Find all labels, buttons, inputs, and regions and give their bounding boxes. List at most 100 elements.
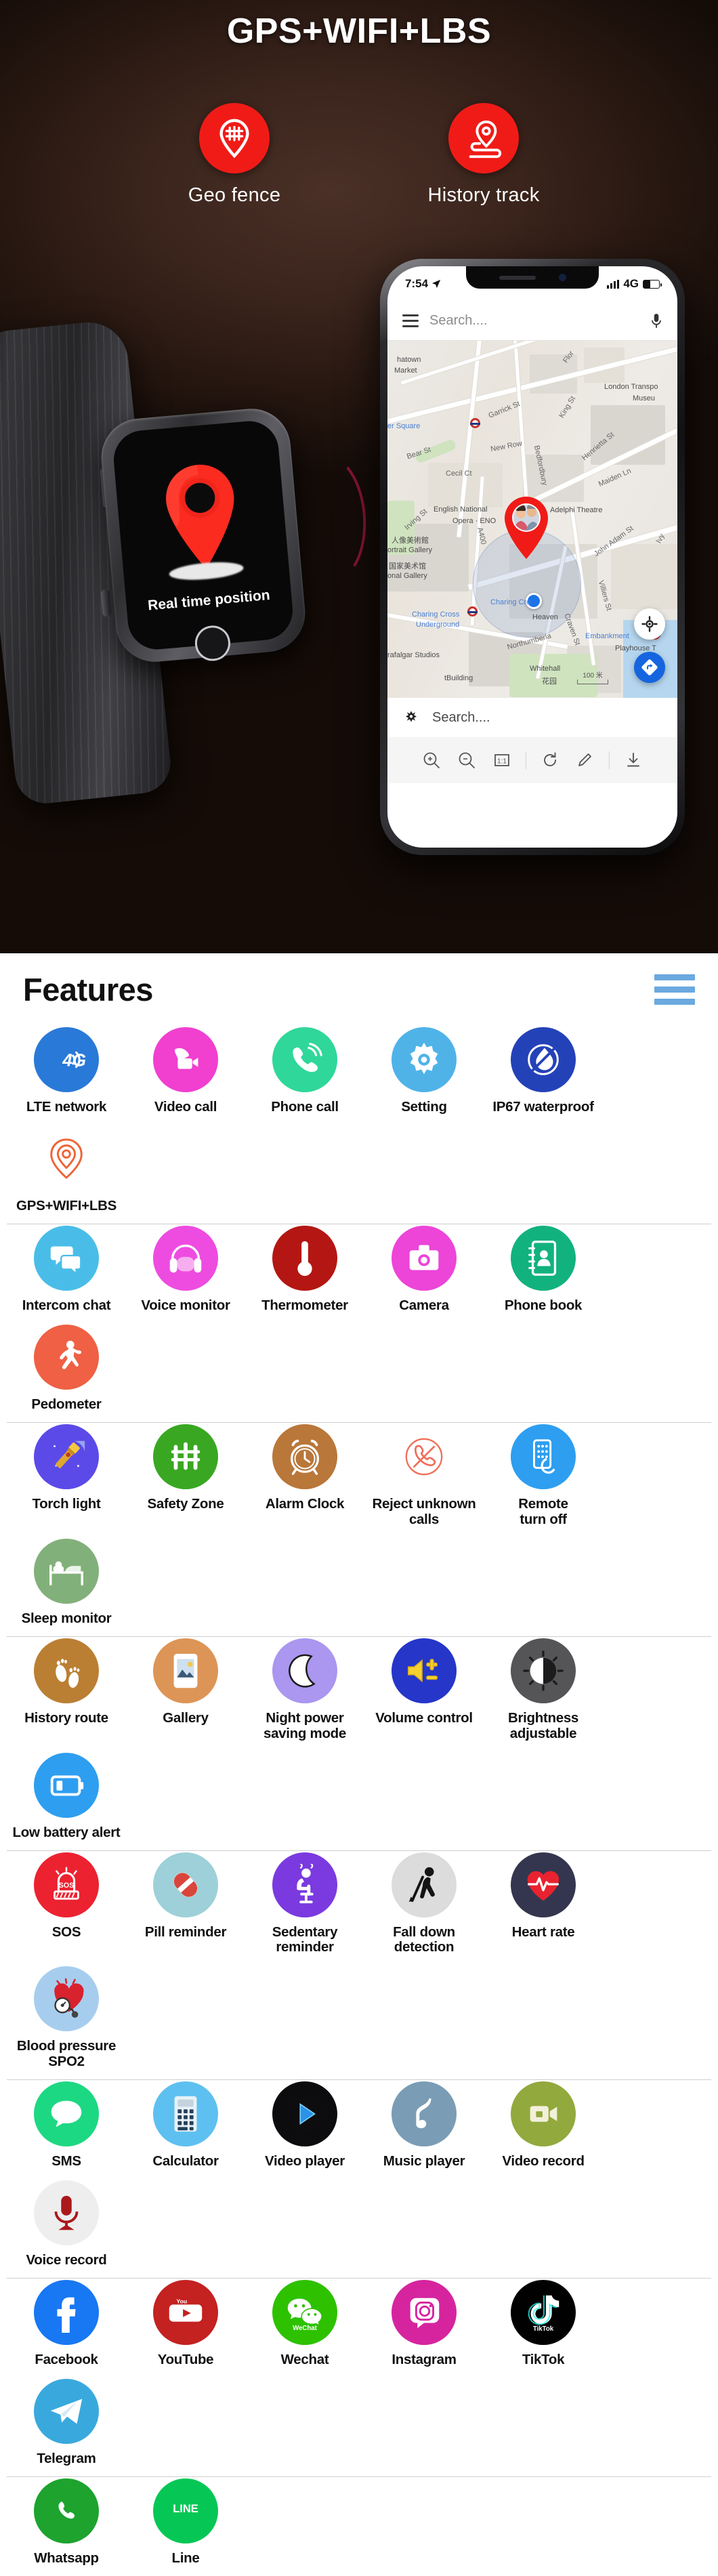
thermometer-icon: [272, 1225, 337, 1291]
hamburger-menu-icon[interactable]: [402, 314, 419, 327]
feature-item-setting[interactable]: Setting: [364, 1026, 484, 1125]
low-battery-icon: [34, 1752, 99, 1818]
feature-item-low-battery-alert[interactable]: Low battery alert: [7, 1751, 126, 1850]
feature-item-facebook[interactable]: Facebook: [7, 2279, 126, 2377]
directions-icon: [641, 659, 658, 676]
microphone-icon: [652, 313, 661, 328]
volume-plus-minus-icon: [392, 1638, 457, 1703]
feature-item-blood-pressure-spo2[interactable]: Blood pressure SPO2: [7, 1965, 126, 2079]
feature-item-alarm-clock[interactable]: Alarm Clock: [245, 1423, 364, 1537]
feature-item-sleep-monitor[interactable]: Sleep monitor: [7, 1537, 126, 1636]
feature-label: IP67 waterproof: [492, 1099, 594, 1115]
navigate-directions-button[interactable]: [634, 652, 665, 683]
feature-item-night-power-saving-mode[interactable]: Night power saving mode: [245, 1637, 364, 1751]
blue-hamburger-icon[interactable]: [654, 974, 695, 1005]
feature-item-tiktok[interactable]: TikTok TikTok: [484, 2279, 603, 2377]
feature-item-instagram[interactable]: Instagram: [364, 2279, 484, 2377]
map-tool-bar: 1:1: [387, 737, 677, 783]
recenter-location-button[interactable]: [634, 608, 665, 640]
map-label: 花园: [542, 678, 557, 686]
feature-item-remote-turn-off[interactable]: Remote turn off: [484, 1423, 603, 1537]
feature-item-gallery[interactable]: Gallery: [126, 1637, 245, 1751]
feature-item-video-player[interactable]: Video player: [245, 2080, 364, 2179]
feature-item-history-route[interactable]: History route: [7, 1637, 126, 1751]
feature-label: Instagram: [392, 2352, 457, 2368]
feature-item-heart-rate[interactable]: Heart rate: [484, 1851, 603, 1966]
feature-item-intercom-chat[interactable]: Intercom chat: [7, 1224, 126, 1323]
remote-power-off-icon: [511, 1424, 576, 1489]
feature-item-whatsapp[interactable]: Whatsapp: [7, 2477, 126, 2576]
feature-item-video-record[interactable]: Video record: [484, 2080, 603, 2179]
feature-item-line[interactable]: LINE Line: [126, 2477, 245, 2576]
zoom-in-icon[interactable]: [420, 749, 443, 772]
badge-history-track[interactable]: History track: [416, 103, 551, 207]
map-label: Adelphi Theatre: [550, 506, 603, 514]
feature-item-sms[interactable]: SMS: [7, 2080, 126, 2179]
feature-label: Heart rate: [511, 1924, 575, 1940]
feature-item-phone-call[interactable]: Phone call: [245, 1026, 364, 1125]
badge-geo-fence[interactable]: Geo fence: [167, 103, 302, 207]
feature-item-telegram[interactable]: Telegram: [7, 2377, 126, 2476]
feature-item-lte-network[interactable]: 4G LTE network: [7, 1026, 126, 1125]
feature-item-wechat[interactable]: WeChat Wechat: [245, 2279, 364, 2377]
feature-item-torch-light[interactable]: Torch light: [7, 1423, 126, 1537]
feature-item-volume-control[interactable]: Volume control: [364, 1637, 484, 1751]
map-label: onal Gallery: [387, 572, 427, 580]
feature-item-voice-monitor[interactable]: Voice monitor: [126, 1224, 245, 1323]
feature-item-youtube[interactable]: You YouTube: [126, 2279, 245, 2377]
battery-icon: [643, 279, 662, 289]
feature-item-pedometer[interactable]: Pedometer: [7, 1323, 126, 1422]
feature-item-fall-down-detection[interactable]: Fall down detection: [364, 1851, 484, 1966]
feature-item-brightness-adjustable[interactable]: Brightness adjustable: [484, 1637, 603, 1751]
feature-item-sos[interactable]: SOS SOS: [7, 1851, 126, 1966]
brightness-icon: [511, 1638, 576, 1703]
map-label: Charing Cro: [490, 598, 531, 606]
svg-text:WeChat: WeChat: [293, 2325, 318, 2332]
whatsapp-icon: [34, 2478, 99, 2544]
feature-item-pill-reminder[interactable]: Pill reminder: [126, 1851, 245, 1966]
download-icon[interactable]: [622, 749, 645, 772]
feature-label: Sedentary reminder: [272, 1924, 338, 1955]
feature-item-calculator[interactable]: Calculator: [126, 2080, 245, 2179]
svg-text:LINE: LINE: [173, 2503, 198, 2515]
pill-capsule-icon: [153, 1852, 218, 1917]
feature-label: Wechat: [280, 2352, 329, 2368]
feature-item-video-call[interactable]: Video call: [126, 1026, 245, 1125]
feature-label: Voice record: [26, 2252, 107, 2268]
hero-badges: Geo fence History track: [0, 103, 718, 207]
feature-label: History route: [24, 1709, 108, 1726]
feature-label: YouTube: [157, 2352, 214, 2368]
calculator-icon: [153, 2081, 218, 2147]
user-location-pin[interactable]: [501, 495, 551, 560]
video-record-icon: [511, 2081, 576, 2147]
feature-item-thermometer[interactable]: Thermometer: [245, 1224, 364, 1323]
feature-item-safety-zone[interactable]: Safety Zone: [126, 1423, 245, 1537]
bottom-search-input[interactable]: Search....: [432, 710, 661, 726]
map-bottom-search-bar[interactable]: Search....: [387, 698, 677, 737]
feature-item-sedentary-reminder[interactable]: Sedentary reminder: [245, 1851, 364, 1966]
feature-label: Whatsapp: [34, 2550, 99, 2567]
map-label: Playhouse T: [615, 644, 656, 652]
feature-item-ip67-waterproof[interactable]: IP67 waterproof: [484, 1026, 603, 1125]
map-label: Opera · ENO: [452, 517, 497, 525]
feature-item-camera[interactable]: Camera: [364, 1224, 484, 1323]
chat-bubbles-icon: [34, 1225, 99, 1291]
feature-label: Alarm Clock: [265, 1495, 345, 1512]
map-view[interactable]: 100 米 hatown Market Garrick St New Row Bear …: [387, 341, 677, 698]
map-top-search-bar[interactable]: Search....: [387, 302, 677, 341]
feature-item-voice-record[interactable]: Voice record: [7, 2179, 126, 2278]
feature-item-music-player[interactable]: Music player: [364, 2080, 484, 2179]
feature-label: Pill reminder: [144, 1924, 227, 1940]
sedentary-person-icon: [272, 1852, 337, 1917]
edit-pencil-icon[interactable]: [574, 749, 597, 772]
headphones-icon: [153, 1225, 218, 1291]
search-input[interactable]: Search....: [429, 313, 639, 329]
actual-size-icon[interactable]: 1:1: [490, 749, 513, 772]
fence-icon: [153, 1424, 218, 1489]
feature-item-phone-book[interactable]: Phone book: [484, 1224, 603, 1323]
feature-item-gps-wifi-lbs[interactable]: GPS+WIFI+LBS: [7, 1125, 126, 1224]
map-label: Market: [394, 367, 417, 375]
zoom-out-icon[interactable]: [455, 749, 478, 772]
feature-item-reject-unknown-calls[interactable]: Reject unknown calls: [364, 1423, 484, 1537]
refresh-icon[interactable]: [538, 749, 562, 772]
